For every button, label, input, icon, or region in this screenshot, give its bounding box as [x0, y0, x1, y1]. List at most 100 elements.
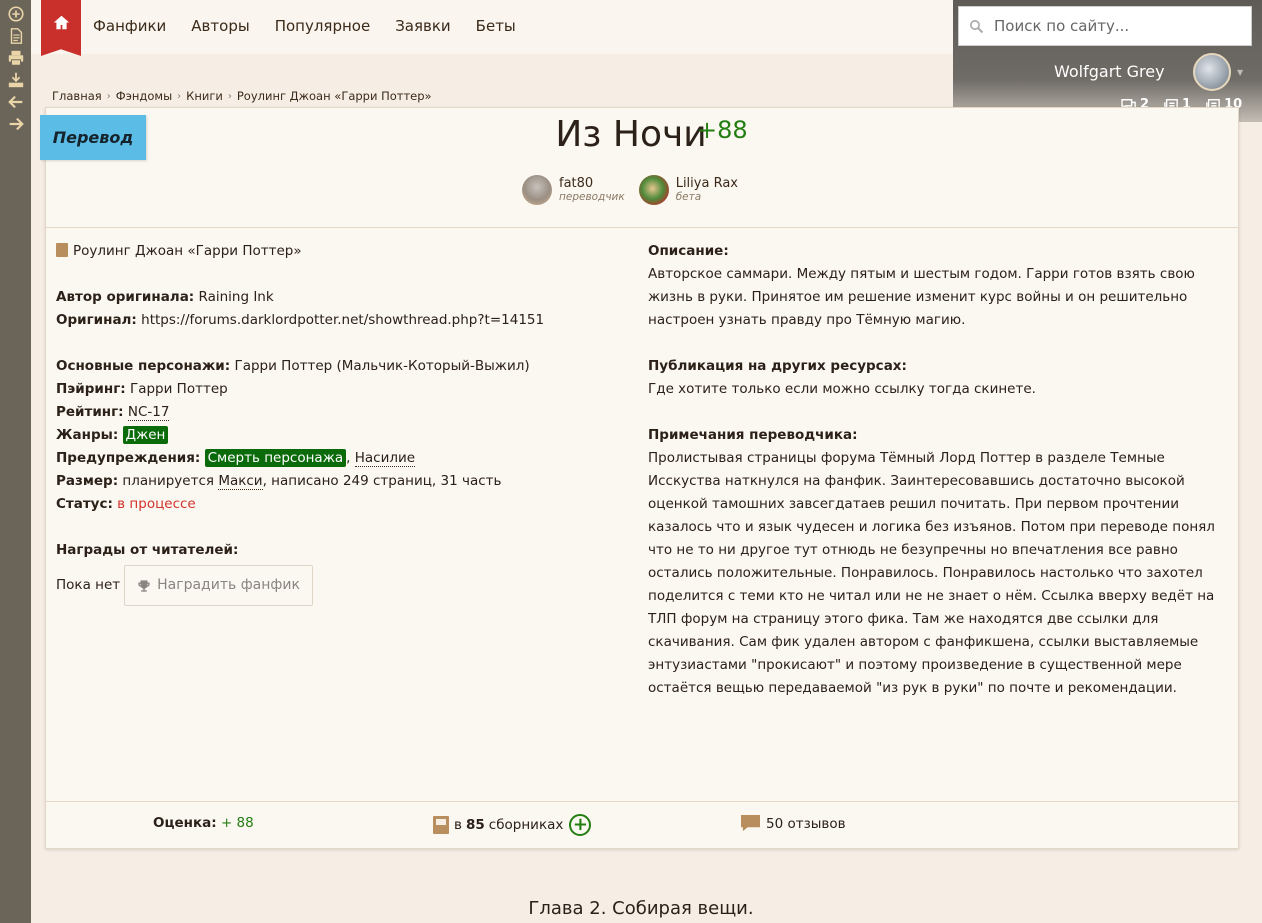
original-label: Оригинал:	[56, 312, 137, 328]
divider	[46, 227, 1238, 228]
breadcrumb-fandoms[interactable]: Фэндомы	[116, 89, 172, 103]
translator-name[interactable]: fat80	[559, 176, 625, 191]
size-label: Размер:	[56, 473, 119, 489]
footer-rating: Оценка: + 88	[153, 815, 254, 831]
genres-label: Жанры:	[56, 427, 119, 443]
top-navigation: Фанфики Авторы Популярное Заявки Беты	[31, 0, 953, 56]
breadcrumb-separator: ›	[227, 90, 232, 102]
chapter-title: Глава 2. Собирая вещи.	[528, 898, 754, 919]
fanfic-footer: Оценка: + 88 в 85 сборниках + 50 отзывов	[46, 802, 1238, 848]
notes-label: Примечания переводчика:	[648, 427, 858, 443]
status-line: Статус: в процессе	[56, 493, 626, 516]
pairing-line: Пэйринг: Гарри Поттер	[56, 378, 626, 401]
nav-item-fanfics[interactable]: Фанфики	[93, 17, 166, 35]
awards-none: Пока нет	[56, 577, 121, 593]
plus-circle-icon[interactable]	[4, 4, 28, 24]
contributor-beta[interactable]: Liliya Rax бета	[638, 175, 738, 205]
beta-avatar	[638, 175, 669, 205]
description-text: Авторское саммари. Между пятым и шестым …	[648, 266, 1195, 328]
breadcrumb-books[interactable]: Книги	[186, 89, 223, 103]
fanfic-description: Описание: Авторское саммари. Между пятым…	[648, 240, 1228, 700]
awards-row: Пока нет Наградить фанфик	[56, 565, 626, 606]
author-label: Автор оригинала:	[56, 289, 195, 305]
status-value: в процессе	[117, 496, 196, 512]
fandom-link[interactable]: Роулинг Джоан «Гарри Поттер»	[73, 243, 302, 259]
document-icon[interactable]	[4, 26, 28, 46]
original-link[interactable]: https://forums.darklordpotter.net/showth…	[141, 312, 544, 328]
collection-book-icon	[433, 816, 449, 834]
arrow-left-icon[interactable]	[4, 92, 28, 112]
search-input[interactable]	[994, 17, 1234, 35]
search-icon	[970, 19, 984, 33]
translator-role: переводчик	[559, 191, 625, 203]
pairing-label: Пэйринг:	[56, 381, 126, 397]
warnings-line: Предупреждения: Смерть персонажа, Насили…	[56, 447, 626, 470]
warnings-label: Предупреждения:	[56, 450, 201, 466]
collections-prefix: в	[454, 817, 462, 833]
chevron-down-icon[interactable]: ▼	[1237, 68, 1243, 77]
notes-text: Пролистывая страницы форума Тёмный Лорд …	[648, 450, 1215, 696]
home-icon	[53, 15, 69, 30]
breadcrumb-separator: ›	[177, 90, 182, 102]
user-panel: Wolfgart Grey ▼ 2 1 10	[953, 0, 1262, 122]
characters-value[interactable]: Гарри Поттер (Мальчик-Который-Выжил)	[234, 358, 529, 374]
original-line: Оригинал: https://forums.darklordpotter.…	[56, 309, 626, 332]
size-suffix: , написано 249 страниц, 31 часть	[262, 473, 502, 489]
search-box	[958, 6, 1252, 46]
print-icon[interactable]	[4, 48, 28, 68]
status-label: Статус:	[56, 496, 113, 512]
username[interactable]: Wolfgart Grey	[1054, 62, 1165, 81]
breadcrumb-separator: ›	[106, 90, 111, 102]
breadcrumb-fandom[interactable]: Роулинг Джоан «Гарри Поттер»	[237, 89, 432, 103]
trophy-icon	[138, 579, 150, 592]
author-line: Автор оригинала: Raining Ink	[56, 286, 626, 309]
nav-item-requests[interactable]: Заявки	[395, 17, 450, 35]
awards-label: Награды от читателей:	[56, 542, 239, 558]
footer-rating-value: + 88	[220, 815, 254, 831]
reviews-text: 50 отзывов	[766, 815, 846, 832]
rating-value[interactable]: NC-17	[127, 404, 170, 421]
contributors: fat80 переводчик Liliya Rax бета	[522, 175, 738, 205]
breadcrumb: Главная › Фэндомы › Книги › Роулинг Джоа…	[52, 89, 432, 103]
characters-label: Основные персонажи:	[56, 358, 231, 374]
publication-text: Где хотите только если можно ссылку тогд…	[648, 381, 1036, 397]
comment-icon	[741, 814, 760, 832]
size-line: Размер: планируется Макси, написано 249 …	[56, 470, 626, 493]
genres-line: Жанры: Джен	[56, 424, 626, 447]
home-button[interactable]	[41, 0, 81, 56]
characters-line: Основные персонажи: Гарри Поттер (Мальчи…	[56, 355, 626, 378]
footer-rating-label: Оценка:	[153, 815, 217, 831]
genre-tag[interactable]: Джен	[122, 426, 169, 444]
nav-menu: Фанфики Авторы Популярное Заявки Беты	[93, 17, 541, 35]
description-label: Описание:	[648, 243, 729, 259]
collections-count: 85	[465, 817, 485, 833]
nav-item-authors[interactable]: Авторы	[191, 17, 249, 35]
size-value[interactable]: Макси	[218, 473, 263, 490]
collections-suffix: сборниках	[488, 817, 564, 833]
beta-role: бета	[675, 191, 702, 203]
nav-item-betas[interactable]: Беты	[476, 17, 516, 35]
beta-name[interactable]: Liliya Rax	[676, 176, 738, 191]
contributor-translator[interactable]: fat80 переводчик	[522, 175, 625, 205]
book-icon	[56, 243, 68, 257]
add-to-collection-icon[interactable]: +	[569, 814, 592, 836]
user-avatar[interactable]	[1193, 53, 1231, 91]
reviews-link[interactable]: 50 отзывов	[740, 814, 846, 833]
warning-tag-violence[interactable]: Насилие	[354, 450, 416, 467]
nav-item-popular[interactable]: Популярное	[275, 17, 371, 35]
collections[interactable]: в 85 сборниках +	[432, 814, 592, 836]
title-wrap: Из Ночи	[0, 114, 1262, 155]
fanfic-info: Роулинг Джоан «Гарри Поттер» Автор ориги…	[56, 240, 626, 606]
publication-label: Публикация на других ресурсах:	[648, 358, 907, 374]
pairing-value[interactable]: Гарри Поттер	[130, 381, 228, 397]
fandom-line: Роулинг Джоан «Гарри Поттер»	[56, 240, 626, 263]
warning-separator: ,	[346, 450, 351, 466]
title-score: +88	[697, 116, 748, 144]
size-prefix: планируется	[122, 473, 215, 489]
author-value: Raining Ink	[198, 289, 274, 305]
warning-tag-death[interactable]: Смерть персонажа	[204, 449, 347, 467]
download-icon[interactable]	[4, 70, 28, 90]
breadcrumb-home[interactable]: Главная	[52, 89, 102, 103]
award-button-label: Наградить фанфик	[157, 577, 300, 593]
award-button[interactable]: Наградить фанфик	[124, 565, 313, 606]
